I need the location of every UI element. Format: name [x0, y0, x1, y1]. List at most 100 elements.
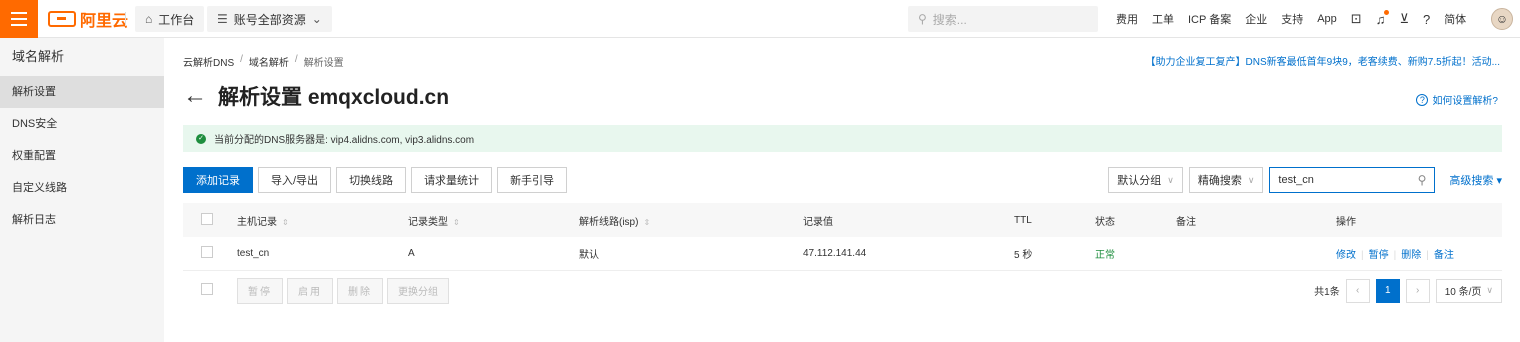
top-link-enterprise[interactable]: 企业 [1245, 11, 1267, 27]
search-icon: ⚲ [918, 12, 927, 26]
batch-enable-button[interactable]: 启用 [287, 277, 333, 304]
resources-label: 账号全部资源 [233, 12, 306, 27]
next-page-button[interactable]: › [1405, 278, 1430, 303]
home-icon: ⌂ [145, 12, 153, 26]
chevron-down-icon: ⌄ [311, 12, 322, 26]
group-select[interactable]: 默认分组 ∨ [1108, 167, 1183, 193]
cell-status: 正常 [1095, 250, 1115, 261]
search-placeholder: 搜索... [932, 12, 967, 27]
cell-actions: 修改 | 暂停 | 删除 | 备注 [1336, 246, 1456, 261]
breadcrumb-item[interactable]: 云解析DNS [183, 54, 234, 69]
workbench-label: 工作台 [158, 12, 195, 27]
header-value: 记录值 [803, 216, 833, 228]
advanced-search-label: 高级搜索 [1449, 175, 1494, 187]
table-header-row: 主机记录 ⇕ 记录类型 ⇕ 解析线路(isp) ⇕ 记录值 TTL 状态 备注 操作 [183, 203, 1502, 237]
sidebar-item-resolve-settings[interactable]: 解析设置 [0, 76, 164, 108]
header-host[interactable]: 主机记录 ⇕ [237, 213, 408, 228]
resources-dropdown[interactable]: ☰ 账号全部资源 ⌄ [207, 6, 332, 32]
top-link-support[interactable]: 支持 [1281, 11, 1303, 27]
switch-line-button[interactable]: 切换线路 [336, 167, 407, 193]
top-link-ticket[interactable]: 工单 [1152, 11, 1174, 27]
sidebar-item-dns-security[interactable]: DNS安全 [0, 108, 164, 140]
pagination: 共1条 ‹ 1 › 10 条/页 ∨ [1314, 277, 1502, 304]
bell-icon[interactable]: ♫ [1376, 9, 1390, 27]
pause-link[interactable]: 暂停 [1369, 250, 1389, 261]
chevron-down-icon: ∨ [1486, 285, 1493, 295]
prev-page-button[interactable]: ‹ [1345, 278, 1370, 303]
import-export-button[interactable]: 导入/导出 [258, 167, 332, 193]
action-separator: | [1393, 250, 1397, 261]
page-size-value: 10 条/页 [1444, 287, 1482, 298]
notice-text: 当前分配的DNS服务器是: vip4.alidns.com, vip3.alid… [214, 135, 475, 146]
chevron-down-icon: ∨ [1167, 174, 1174, 185]
records-table: 主机记录 ⇕ 记录类型 ⇕ 解析线路(isp) ⇕ 记录值 TTL 状态 备注 操作 … [183, 203, 1502, 271]
header-line-label: 解析线路(isp) [579, 216, 639, 228]
header-actions: 操作 [1336, 216, 1356, 228]
sort-icon: ⇕ [282, 217, 289, 227]
breadcrumb-item[interactable]: 域名解析 [249, 54, 289, 69]
language-switch[interactable]: 简体 [1444, 11, 1466, 27]
footer-select-checkbox[interactable] [201, 283, 213, 295]
sidebar-item-resolve-log[interactable]: 解析日志 [0, 204, 164, 236]
record-search-input[interactable] [1278, 174, 1409, 186]
action-separator: | [1426, 250, 1429, 261]
table-footer: 暂停 启用 删除 更换分组 共1条 ‹ 1 › 10 条/页 ∨ [183, 277, 1502, 304]
header-line[interactable]: 解析线路(isp) ⇕ [579, 213, 803, 228]
breadcrumb-current: 解析设置 [303, 58, 344, 69]
cell-host: test_cn [237, 248, 270, 259]
page-number-button[interactable]: 1 [1375, 278, 1400, 303]
batch-pause-button[interactable]: 暂停 [237, 277, 283, 304]
action-separator: | [1361, 250, 1364, 261]
top-search-input[interactable]: ⚲ 搜索... [908, 6, 1098, 32]
sidebar-item-weight-config[interactable]: 权重配置 [0, 140, 164, 172]
delete-link[interactable]: 删除 [1401, 250, 1421, 261]
header-host-label: 主机记录 [237, 216, 277, 228]
top-navbar: 阿里云 ⌂ 工作台 ☰ 账号全部资源 ⌄ ⚲ 搜索... 费用 工单 ICP 备… [0, 0, 1520, 38]
breadcrumb-separator: / [294, 54, 298, 65]
page-title: 解析设置 emqxcloud.cn [218, 86, 450, 109]
search-mode-value: 精确搜索 [1197, 175, 1242, 187]
footer-select-cell [183, 283, 237, 298]
help-label: 如何设置解析? [1432, 96, 1498, 107]
edit-link[interactable]: 修改 [1336, 250, 1356, 261]
back-arrow-icon[interactable]: ← [183, 84, 207, 108]
sidebar-item-custom-line[interactable]: 自定义线路 [0, 172, 164, 204]
header-remark: 备注 [1176, 216, 1196, 228]
search-icon[interactable]: ⚲ [1418, 173, 1427, 187]
guide-button[interactable]: 新手引导 [497, 167, 568, 193]
help-icon[interactable]: ? [1423, 12, 1430, 27]
top-link-app[interactable]: App [1317, 13, 1337, 25]
select-all-cell [183, 212, 237, 228]
request-stats-button[interactable]: 请求量统计 [411, 167, 493, 193]
terminal-icon[interactable]: ⊡ [1351, 11, 1362, 27]
row-checkbox[interactable] [201, 246, 213, 258]
header-type[interactable]: 记录类型 ⇕ [408, 213, 579, 228]
remark-link[interactable]: 备注 [1434, 250, 1454, 261]
cart-icon[interactable]: ⊻ [1399, 11, 1409, 27]
sort-icon: ⇕ [643, 217, 651, 227]
batch-delete-button[interactable]: 删除 [337, 277, 383, 304]
cell-type: A [408, 248, 415, 259]
add-record-button[interactable]: 添加记录 [183, 167, 253, 193]
promo-link[interactable]: 【助力企业复工复产】DNS新客最低首年9块9，老客续费、新购7.5折起！活动..… [1146, 53, 1500, 68]
advanced-search-link[interactable]: 高级搜索 ▾ [1449, 172, 1502, 188]
breadcrumb: 云解析DNS / 域名解析 / 解析设置 [183, 54, 344, 69]
page-size-select[interactable]: 10 条/页 ∨ [1435, 278, 1502, 303]
change-group-button[interactable]: 更换分组 [387, 277, 449, 304]
record-search-box: ⚲ [1269, 167, 1436, 193]
top-links: 费用 工单 ICP 备案 企业 支持 App ⊡ ♫ ⊻ ? 简体 [1116, 0, 1480, 38]
help-link[interactable]: ? 如何设置解析? [1416, 92, 1498, 107]
question-icon: ? [1416, 93, 1429, 106]
menu-icon[interactable] [0, 0, 38, 38]
avatar[interactable]: ☺ [1491, 8, 1513, 30]
cell-ttl: 5 秒 [1014, 250, 1033, 261]
search-mode-select[interactable]: 精确搜索 ∨ [1188, 167, 1264, 193]
select-all-checkbox[interactable] [201, 212, 213, 225]
logo[interactable]: 阿里云 [48, 9, 128, 30]
header-ttl: TTL [1014, 214, 1032, 226]
top-link-icp[interactable]: ICP 备案 [1188, 11, 1231, 27]
workbench-button[interactable]: ⌂ 工作台 [135, 6, 205, 32]
top-link-fee[interactable]: 费用 [1116, 11, 1138, 27]
header-type-label: 记录类型 [408, 216, 448, 228]
list-icon: ☰ [217, 12, 228, 26]
